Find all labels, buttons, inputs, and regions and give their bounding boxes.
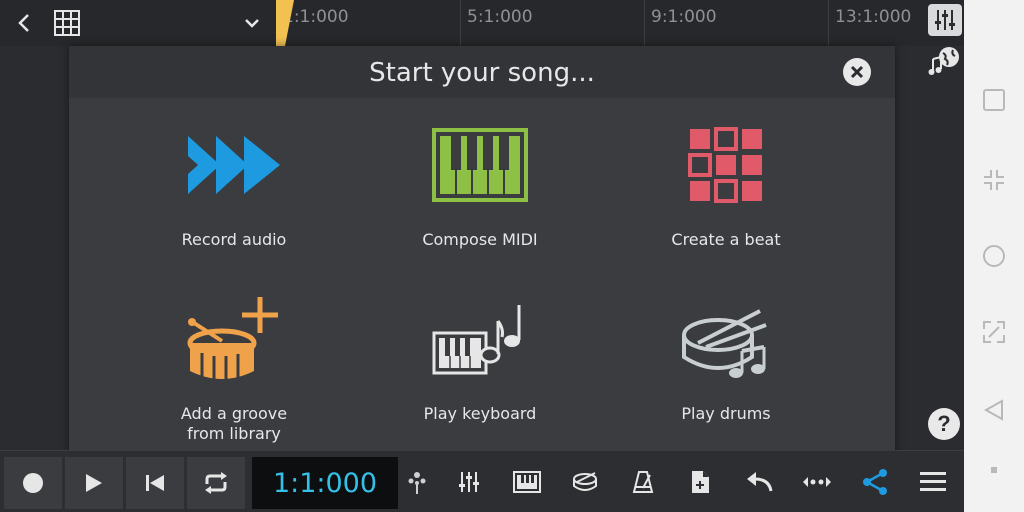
create-beat-label: Create a beat	[671, 230, 781, 249]
rotate-screen-button[interactable]	[980, 318, 1008, 346]
close-icon	[850, 65, 864, 79]
undo-icon	[747, 472, 773, 492]
compose-midi-label: Compose MIDI	[422, 230, 538, 249]
new-file-button[interactable]	[684, 465, 718, 499]
drum-pad-button[interactable]	[568, 465, 602, 499]
collapse-icon	[984, 170, 1004, 190]
share-icon	[863, 469, 887, 495]
recent-apps-button[interactable]	[980, 86, 1008, 114]
help-button[interactable]: ?	[928, 408, 960, 440]
add-groove-label-line2: from library	[187, 424, 281, 443]
play-keyboard-option[interactable]: Play keyboard	[357, 286, 603, 456]
dialog-title: Start your song...	[369, 58, 595, 88]
metronome-icon	[632, 471, 654, 493]
track-move-button[interactable]	[800, 465, 834, 499]
add-groove-option[interactable]: Add a groove from library	[111, 286, 357, 456]
menu-button[interactable]	[916, 465, 950, 499]
compose-midi-icon	[420, 120, 540, 210]
online-content-button[interactable]	[926, 44, 962, 78]
mixer-button[interactable]	[928, 4, 962, 36]
piano-icon	[513, 471, 541, 493]
record-audio-label: Record audio	[181, 230, 287, 249]
dot-icon	[991, 467, 997, 473]
play-drums-option[interactable]: Play drums	[603, 286, 849, 456]
system-navigation-bar	[964, 0, 1024, 512]
play-icon	[86, 474, 102, 492]
playhead-marker[interactable]	[276, 0, 294, 46]
notification-dot	[980, 456, 1008, 484]
circle-icon	[983, 245, 1005, 267]
chevron-left-icon	[18, 14, 29, 32]
rewind-button[interactable]	[126, 457, 184, 509]
dots-arrows-icon	[803, 477, 831, 487]
record-audio-option[interactable]: Record audio	[111, 112, 357, 282]
time-display[interactable]: 1:1:000	[252, 457, 398, 509]
app-window: 1:1:000 5:1:000 9:1:000 13:1:000 ? Start…	[0, 0, 964, 512]
timeline-marker-label: 9:1:000	[651, 7, 717, 27]
drum-icon	[573, 472, 597, 491]
share-button[interactable]	[858, 465, 892, 499]
help-icon: ?	[937, 411, 951, 436]
keyboard-button[interactable]	[510, 465, 544, 499]
globe-music-icon	[928, 47, 959, 75]
triangle-back-icon	[983, 399, 1003, 421]
timeline-marker: 9:1:000	[644, 0, 717, 46]
mixer-bottom-button[interactable]	[452, 465, 486, 499]
chevron-down-icon	[245, 19, 259, 28]
add-groove-label-line1: Add a groove	[180, 404, 288, 423]
transport-bar: 1:1:000	[0, 450, 964, 512]
equalizer-icon	[459, 472, 479, 492]
play-drums-icon	[666, 294, 786, 384]
create-beat-option[interactable]: Create a beat	[603, 112, 849, 282]
add-groove-label: Add a groove from library	[181, 404, 287, 444]
timeline-marker-label: 5:1:000	[467, 7, 533, 27]
compose-midi-option[interactable]: Compose MIDI	[357, 112, 603, 282]
grid-view-button[interactable]	[52, 8, 82, 38]
top-bar: 1:1:000 5:1:000 9:1:000 13:1:000	[0, 0, 964, 46]
timeline-ruler[interactable]: 1:1:000 5:1:000 9:1:000 13:1:000	[276, 0, 928, 46]
system-back-button[interactable]	[980, 396, 1008, 424]
add-groove-icon	[174, 294, 294, 384]
start-song-dialog: Start your song... Record audio Compose …	[69, 46, 895, 464]
loop-icon	[205, 472, 227, 494]
hamburger-menu-icon	[920, 472, 946, 491]
undo-button[interactable]	[742, 465, 776, 499]
timeline-marker: 13:1:000	[828, 0, 911, 46]
dropdown-button[interactable]	[238, 8, 266, 38]
sparkle-tree-icon	[408, 472, 426, 494]
rotate-icon	[983, 321, 1005, 343]
timeline-marker-label: 13:1:000	[835, 7, 912, 27]
add-document-icon	[692, 471, 709, 493]
loop-button[interactable]	[187, 457, 245, 509]
play-keyboard-icon	[420, 294, 540, 384]
instrument-button[interactable]	[400, 465, 434, 499]
record-audio-icon	[174, 120, 294, 210]
metronome-button[interactable]	[626, 465, 660, 499]
collapse-window-button[interactable]	[980, 166, 1008, 194]
play-keyboard-label: Play keyboard	[423, 404, 537, 423]
home-button[interactable]	[980, 242, 1008, 270]
back-button[interactable]	[10, 8, 38, 38]
skip-back-icon	[146, 475, 164, 491]
record-icon	[23, 473, 43, 493]
play-drums-label: Play drums	[681, 404, 771, 423]
grid-icon	[54, 10, 80, 36]
square-icon	[983, 89, 1005, 111]
close-button[interactable]	[843, 58, 871, 86]
timeline-marker: 5:1:000	[460, 0, 533, 46]
dialog-header: Start your song...	[69, 46, 895, 98]
play-button[interactable]	[65, 457, 123, 509]
record-button[interactable]	[4, 457, 62, 509]
mixer-sliders-icon	[935, 10, 955, 30]
create-beat-icon	[666, 120, 786, 210]
